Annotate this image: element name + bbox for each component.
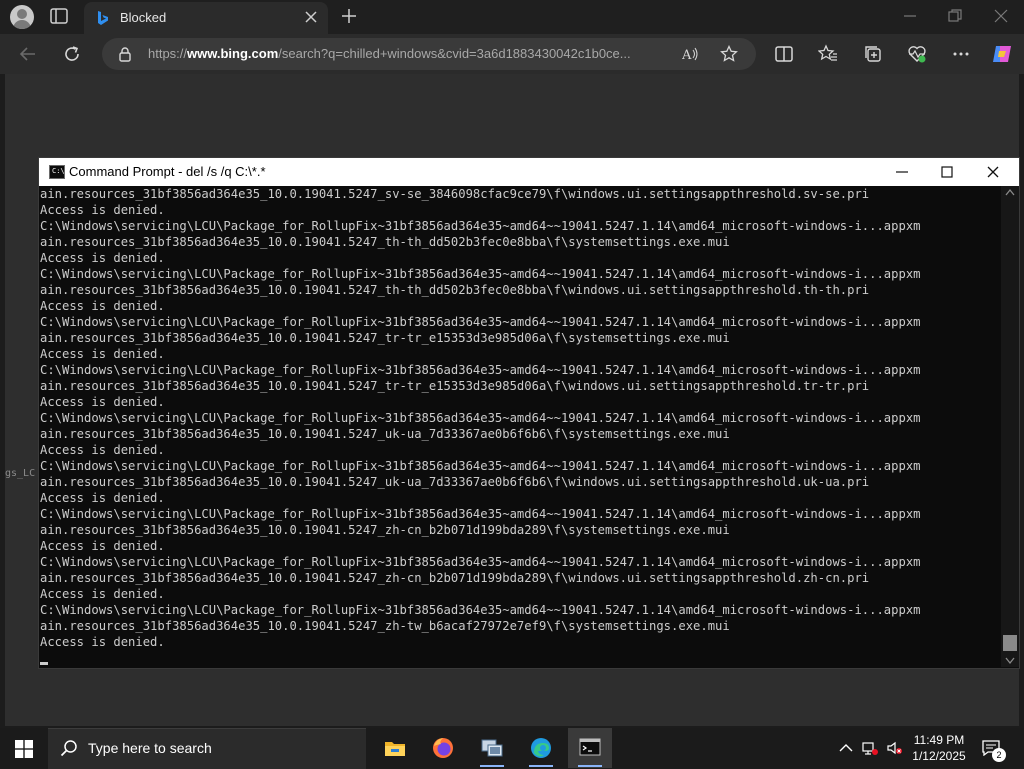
url-text[interactable]: https://www.bing.com/search?q=chilled+wi… [148,46,668,61]
console-line: Access is denied. [40,539,165,553]
console-line: C:\Windows\servicing\LCU\Package_for_Rol… [40,315,921,329]
cmd-close-icon[interactable] [985,164,1001,180]
read-aloud-icon[interactable]: A [682,46,700,62]
refresh-icon[interactable] [62,44,82,64]
console-line: ain.resources_31bf3856ad364e35_10.0.1904… [40,475,870,489]
network-icon[interactable] [862,740,878,756]
console-line: Access is denied. [40,203,165,217]
console-line: Access is denied. [40,635,165,649]
console-output[interactable]: ain.resources_31bf3856ad364e35_10.0.1904… [40,186,998,666]
copilot-icon[interactable] [990,42,1014,66]
console-line: C:\Windows\servicing\LCU\Package_for_Rol… [40,507,921,521]
console-line: C:\Windows\servicing\LCU\Package_for_Rol… [40,267,921,281]
search-placeholder: Type here to search [88,740,212,756]
notification-badge: 2 [992,748,1006,762]
command-prompt-title: Command Prompt - del /s /q C:\*.* [69,164,266,179]
volume-muted-icon[interactable] [886,740,902,756]
new-tab-icon[interactable] [340,7,358,25]
console-line: ain.resources_31bf3856ad364e35_10.0.1904… [40,283,870,297]
console-line: ain.resources_31bf3856ad364e35_10.0.1904… [40,427,730,441]
url-host: www.bing.com [187,46,279,61]
running-indicator [578,765,602,767]
console-line: Access is denied. [40,491,165,505]
address-bar[interactable]: https://www.bing.com/search?q=chilled+wi… [102,38,756,70]
text-cursor [40,662,48,665]
console-line: Access is denied. [40,251,165,265]
cmd-maximize-icon[interactable] [939,164,955,180]
taskbar-remote-desktop[interactable] [470,728,514,768]
taskbar-firefox[interactable] [421,728,465,768]
console-line: ain.resources_31bf3856ad364e35_10.0.1904… [40,379,870,393]
taskbar-clock[interactable]: 11:49 PM 1/12/2025 [906,732,972,764]
tab-blocked[interactable]: Blocked [84,2,328,34]
console-line: ain.resources_31bf3856ad364e35_10.0.1904… [40,187,870,201]
lock-icon[interactable] [118,46,132,62]
page-partial-text: gs_LC [5,468,36,479]
restore-icon[interactable] [947,8,963,24]
console-line: Access is denied. [40,395,165,409]
close-window-icon[interactable] [993,8,1009,24]
console-line: Access is denied. [40,443,165,457]
taskbar-command-prompt[interactable] [568,728,612,768]
favorite-star-icon[interactable] [720,45,738,63]
command-prompt-window[interactable]: C:\ Command Prompt - del /s /q C:\*.* ai… [38,157,1020,669]
taskbar-edge[interactable] [519,728,563,768]
running-indicator [480,765,504,767]
console-line: ain.resources_31bf3856ad364e35_10.0.1904… [40,523,730,537]
remote-desktop-icon [481,739,503,757]
console-line: ain.resources_31bf3856ad364e35_10.0.1904… [40,331,730,345]
clock-time: 11:49 PM [913,733,965,747]
edge-icon [531,738,551,758]
console-line: Access is denied. [40,299,165,313]
running-indicator [529,765,553,767]
file-explorer-icon [385,742,405,756]
console-line: Access is denied. [40,587,165,601]
svg-text:A: A [682,48,692,62]
profile-avatar-icon[interactable] [10,5,34,29]
windows-start-icon[interactable] [15,740,33,758]
console-line: C:\Windows\servicing\LCU\Package_for_Rol… [40,555,921,569]
bing-favicon-icon [98,11,108,25]
console-line: ain.resources_31bf3856ad364e35_10.0.1904… [40,235,730,249]
cmd-minimize-icon[interactable] [894,164,910,180]
browser-toolbar: https://www.bing.com/search?q=chilled+wi… [0,34,1024,74]
show-hidden-icons-chevron-up-icon[interactable] [838,740,854,756]
console-line: ain.resources_31bf3856ad364e35_10.0.1904… [40,619,730,633]
notification-center[interactable]: 2 [982,740,1006,762]
minimize-icon[interactable] [902,8,918,24]
scroll-down-icon[interactable] [1005,657,1015,665]
console-line: ain.resources_31bf3856ad364e35_10.0.1904… [40,571,870,585]
scrollbar-thumb[interactable] [1003,635,1017,651]
console-line: C:\Windows\servicing\LCU\Package_for_Rol… [40,219,921,233]
console-line: C:\Windows\servicing\LCU\Package_for_Rol… [40,363,921,377]
tab-title: Blocked [120,10,167,25]
scroll-up-icon[interactable] [1005,188,1015,196]
windows-taskbar: Type here to search 11:49 PM 1/12/2025 2 [0,728,1024,769]
firefox-icon [433,738,453,758]
back-arrow-icon[interactable] [18,44,38,64]
collections-icon[interactable] [863,44,883,64]
tab-actions-icon[interactable] [50,8,68,24]
favorites-icon[interactable] [818,44,838,64]
console-line: C:\Windows\servicing\LCU\Package_for_Rol… [40,411,921,425]
command-prompt-icon [579,738,601,756]
console-line: Access is denied. [40,347,165,361]
taskbar-search-box[interactable]: Type here to search [48,728,366,769]
console-line: C:\Windows\servicing\LCU\Package_for_Rol… [40,459,921,473]
browser-essentials-icon[interactable] [907,44,927,64]
taskbar-file-explorer[interactable] [373,728,417,768]
command-prompt-icon: C:\ [49,165,65,179]
more-options-icon[interactable] [951,44,971,64]
search-icon [60,740,77,757]
console-line: C:\Windows\servicing\LCU\Package_for_Rol… [40,603,921,617]
command-prompt-title-bar[interactable]: C:\ Command Prompt - del /s /q C:\*.* [39,158,1019,186]
browser-tab-bar: Blocked [0,0,1024,34]
clock-date: 1/12/2025 [912,749,966,763]
tab-close-icon[interactable] [304,10,318,24]
console-scrollbar[interactable] [1001,186,1019,667]
split-screen-icon[interactable] [774,44,794,64]
